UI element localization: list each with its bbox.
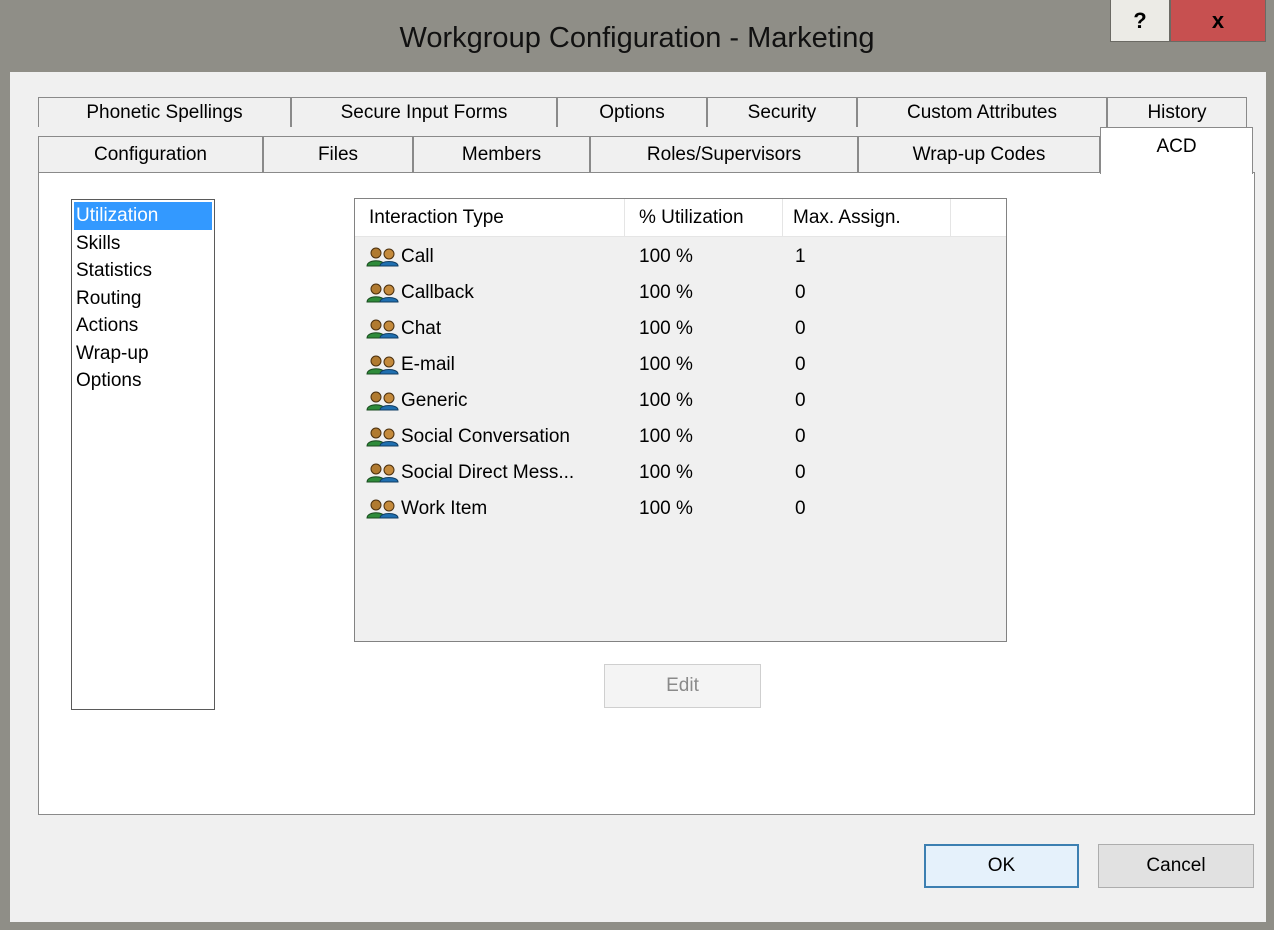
- dialog-client: Phonetic Spellings Secure Input Forms Op…: [10, 72, 1266, 922]
- table-row[interactable]: E-mail 100 % 0: [355, 347, 1006, 383]
- cell-utilization: 100 %: [639, 498, 693, 519]
- cell-interaction-type: Callback: [401, 282, 474, 303]
- cell-interaction-type: Generic: [401, 390, 468, 411]
- users-icon: [365, 247, 401, 267]
- cell-max-assign: 1: [795, 246, 806, 267]
- utilization-table: Interaction Type % Utilization Max. Assi…: [354, 198, 1007, 642]
- cell-interaction-type: Work Item: [401, 498, 488, 519]
- users-icon: [365, 499, 401, 519]
- nav-item-actions[interactable]: Actions: [74, 312, 212, 340]
- cancel-button[interactable]: Cancel: [1098, 844, 1254, 888]
- ok-button[interactable]: OK: [924, 844, 1079, 888]
- cell-interaction-type: Social Direct Mess...: [401, 462, 575, 483]
- users-icon: [365, 283, 401, 303]
- title-bar: Workgroup Configuration - Marketing ? x: [0, 0, 1274, 72]
- cell-max-assign: 0: [795, 282, 806, 303]
- table-row[interactable]: Generic 100 % 0: [355, 383, 1006, 419]
- acd-nav-list[interactable]: Utilization Skills Statistics Routing Ac…: [71, 199, 215, 710]
- nav-item-wrap-up[interactable]: Wrap-up: [74, 340, 212, 368]
- nav-item-options[interactable]: Options: [74, 367, 212, 395]
- cell-max-assign: 0: [795, 426, 806, 447]
- acd-panel: Utilization Skills Statistics Routing Ac…: [38, 172, 1255, 815]
- column-header-interaction-type[interactable]: Interaction Type: [355, 199, 625, 237]
- tab-history[interactable]: History: [1107, 97, 1247, 127]
- table-row[interactable]: Chat 100 % 0: [355, 311, 1006, 347]
- column-header-utilization[interactable]: % Utilization: [625, 199, 783, 237]
- cell-interaction-type: Call: [401, 246, 434, 267]
- table-row[interactable]: Social Conversation 100 % 0: [355, 419, 1006, 455]
- cell-max-assign: 0: [795, 318, 806, 339]
- tab-members[interactable]: Members: [413, 136, 590, 172]
- tab-options[interactable]: Options: [557, 97, 707, 127]
- cell-interaction-type: Social Conversation: [401, 426, 570, 447]
- nav-item-skills[interactable]: Skills: [74, 230, 212, 258]
- tab-roles-supervisors[interactable]: Roles/Supervisors: [590, 136, 858, 172]
- cell-utilization: 100 %: [639, 318, 693, 339]
- users-icon: [365, 463, 401, 483]
- edit-button[interactable]: Edit: [604, 664, 761, 708]
- table-row[interactable]: Call 100 % 1: [355, 239, 1006, 275]
- nav-item-routing[interactable]: Routing: [74, 285, 212, 313]
- cell-utilization: 100 %: [639, 282, 693, 303]
- cell-interaction-type: Chat: [401, 318, 442, 339]
- window-title: Workgroup Configuration - Marketing: [399, 22, 875, 54]
- cell-utilization: 100 %: [639, 354, 693, 375]
- tab-secure-input-forms[interactable]: Secure Input Forms: [291, 97, 557, 127]
- tab-phonetic-spellings[interactable]: Phonetic Spellings: [38, 97, 291, 127]
- nav-item-utilization[interactable]: Utilization: [74, 202, 212, 230]
- cell-utilization: 100 %: [639, 246, 693, 267]
- tab-security[interactable]: Security: [707, 97, 857, 127]
- cell-max-assign: 0: [795, 354, 806, 375]
- users-icon: [365, 355, 401, 375]
- table-header: Interaction Type % Utilization Max. Assi…: [355, 199, 1006, 237]
- table-row[interactable]: Work Item 100 % 0: [355, 491, 1006, 527]
- tab-custom-attributes[interactable]: Custom Attributes: [857, 97, 1107, 127]
- table-row[interactable]: Social Direct Mess... 100 % 0: [355, 455, 1006, 491]
- tab-files[interactable]: Files: [263, 136, 413, 172]
- tab-acd[interactable]: ACD: [1100, 127, 1253, 174]
- cell-utilization: 100 %: [639, 390, 693, 411]
- cell-interaction-type: E-mail: [401, 354, 455, 375]
- cell-max-assign: 0: [795, 462, 806, 483]
- column-header-max-assign[interactable]: Max. Assign.: [783, 199, 951, 237]
- table-row[interactable]: Callback 100 % 0: [355, 275, 1006, 311]
- tab-wrap-up-codes[interactable]: Wrap-up Codes: [858, 136, 1100, 172]
- cell-max-assign: 0: [795, 498, 806, 519]
- users-icon: [365, 391, 401, 411]
- close-button[interactable]: x: [1170, 0, 1266, 42]
- users-icon: [365, 427, 401, 447]
- cell-utilization: 100 %: [639, 426, 693, 447]
- tab-configuration[interactable]: Configuration: [38, 136, 263, 172]
- nav-item-statistics[interactable]: Statistics: [74, 257, 212, 285]
- dialog-window: Workgroup Configuration - Marketing ? x …: [0, 0, 1274, 930]
- users-icon: [365, 319, 401, 339]
- cell-max-assign: 0: [795, 390, 806, 411]
- cell-utilization: 100 %: [639, 462, 693, 483]
- help-button[interactable]: ?: [1110, 0, 1170, 42]
